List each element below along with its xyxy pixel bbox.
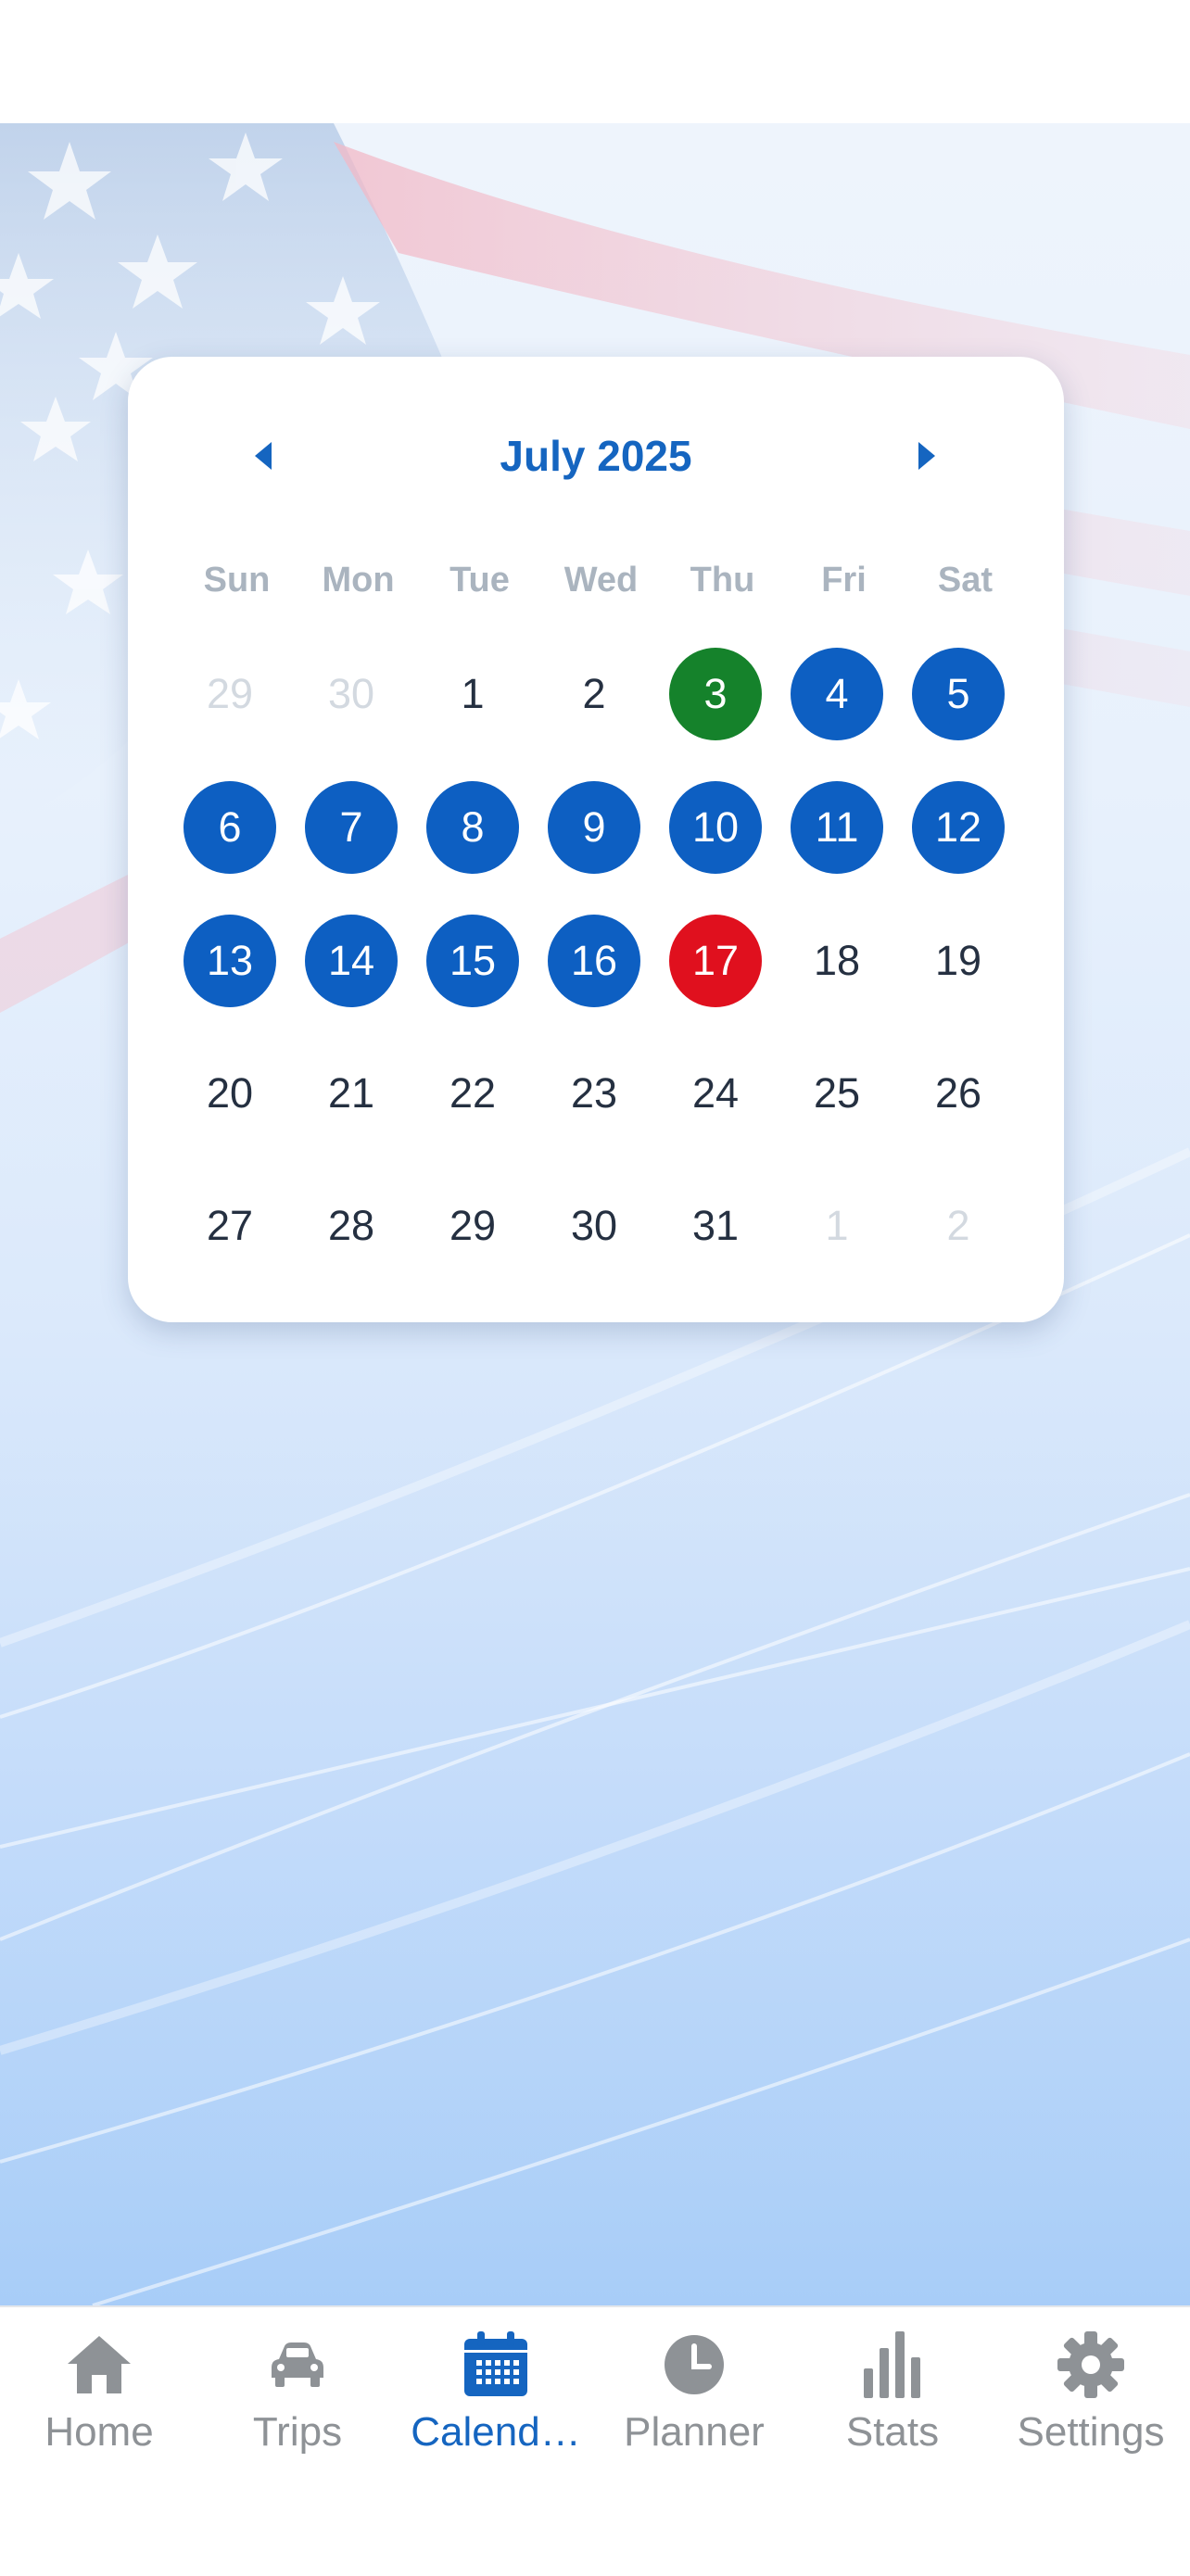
calendar-day[interactable]: 31 xyxy=(669,1180,762,1272)
tab-clock[interactable]: Planner xyxy=(595,2307,793,2493)
calendar-day: 1 xyxy=(825,1202,849,1249)
calendar-day[interactable]: 21 xyxy=(305,1047,398,1140)
tab-bar-chart[interactable]: Stats xyxy=(793,2307,992,2493)
calendar-day[interactable]: 19 xyxy=(912,915,1005,1007)
calendar-day[interactable]: 12 xyxy=(912,781,1005,874)
calendar-day: 2 xyxy=(946,1202,970,1249)
car-icon xyxy=(260,2328,335,2402)
tab-car[interactable]: Trips xyxy=(198,2307,397,2493)
calendar-day[interactable]: 8 xyxy=(426,781,519,874)
tab-gear[interactable]: Settings xyxy=(992,2307,1190,2493)
calendar-card: July 2025 Sun Mon Tue Wed Thu Fri Sat 29… xyxy=(128,357,1064,1322)
calendar-day[interactable]: 3 xyxy=(669,648,762,740)
tab-label: Planner xyxy=(624,2409,765,2455)
calendar-day[interactable]: 2 xyxy=(548,648,640,740)
calendar-day[interactable]: 14 xyxy=(305,915,398,1007)
calendar-day: 30 xyxy=(327,670,375,717)
calendar-day[interactable]: 5 xyxy=(912,648,1005,740)
calendar-day[interactable]: 29 xyxy=(426,1180,519,1272)
calendar-day: 29 xyxy=(206,670,254,717)
calendar-day[interactable]: 15 xyxy=(426,915,519,1007)
calendar-day[interactable]: 25 xyxy=(791,1047,883,1140)
calendar-day[interactable]: 23 xyxy=(548,1047,640,1140)
gear-icon xyxy=(1054,2328,1128,2402)
tab-label: Home xyxy=(44,2409,154,2455)
calendar-day[interactable]: 9 xyxy=(548,781,640,874)
tab-home[interactable]: Home xyxy=(0,2307,198,2493)
status-bar xyxy=(0,0,1190,123)
calendar-day[interactable]: 10 xyxy=(669,781,762,874)
calendar-day[interactable]: 6 xyxy=(184,781,276,874)
calendar-day[interactable]: 17 xyxy=(669,915,762,1007)
calendar-day[interactable]: 30 xyxy=(548,1180,640,1272)
tab-calendar[interactable]: Calend… xyxy=(397,2307,595,2493)
clock-icon xyxy=(657,2328,731,2402)
tab-label: Settings xyxy=(1017,2409,1165,2455)
calendar-day[interactable]: 4 xyxy=(791,648,883,740)
calendar-day[interactable]: 18 xyxy=(791,915,883,1007)
tab-label: Stats xyxy=(845,2409,940,2455)
tab-label: Calend… xyxy=(411,2409,581,2455)
calendar-day[interactable]: 11 xyxy=(791,781,883,874)
calendar-day[interactable]: 27 xyxy=(184,1180,276,1272)
tab-label: Trips xyxy=(252,2409,343,2455)
calendar-icon xyxy=(459,2328,533,2402)
calendar-day[interactable]: 7 xyxy=(305,781,398,874)
calendar-day[interactable]: 13 xyxy=(184,915,276,1007)
home-icon xyxy=(62,2328,136,2402)
calendar-day[interactable]: 26 xyxy=(912,1047,1005,1140)
calendar-day[interactable]: 16 xyxy=(548,915,640,1007)
day-grid: 29 30 1 2 3 4 5 6 7 8 9 10 11 12 13 14 15 16 17 18 19 20 21 22 2… xyxy=(128,357,1064,1322)
bottom-tab-bar: Home Trips Calend… Planner Stats Settings xyxy=(0,2305,1190,2576)
bar-chart-icon xyxy=(855,2328,930,2402)
calendar-day[interactable]: 28 xyxy=(305,1180,398,1272)
calendar-day[interactable]: 1 xyxy=(426,648,519,740)
calendar-day[interactable]: 20 xyxy=(184,1047,276,1140)
calendar-day[interactable]: 24 xyxy=(669,1047,762,1140)
calendar-day[interactable]: 22 xyxy=(426,1047,519,1140)
